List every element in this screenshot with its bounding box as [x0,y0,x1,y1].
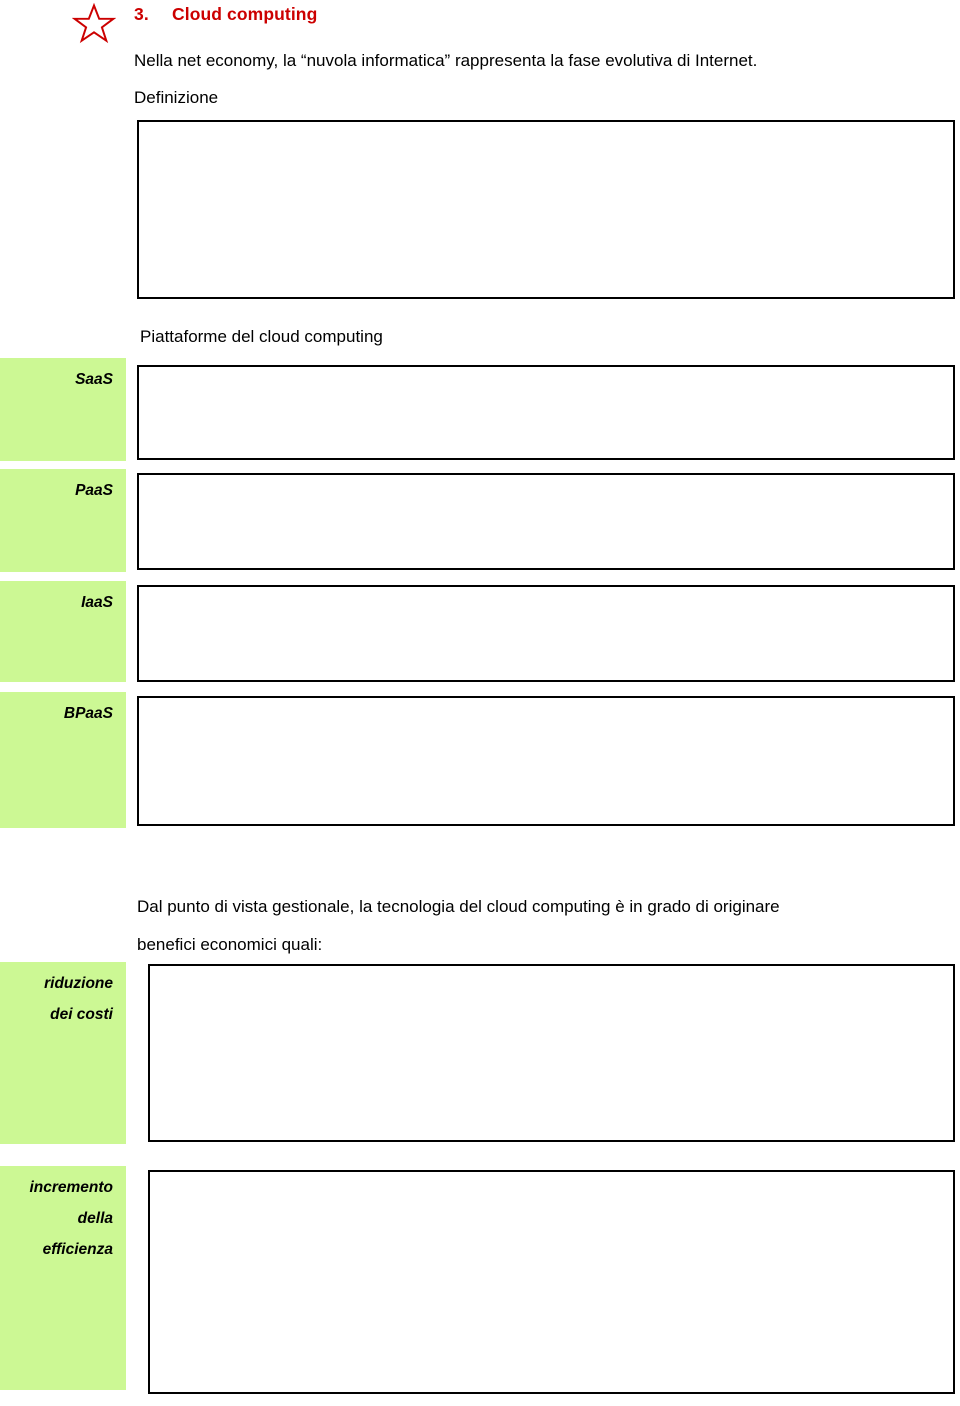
tab-incremento-line1: incremento [29,1179,113,1196]
section-title-text: Cloud computing [172,4,318,24]
page-title: 3. Cloud computing [134,4,317,25]
star-icon [72,2,116,44]
tab-bpaas: BPaaS [0,692,126,828]
answer-box-incremento-della-efficienza[interactable] [148,1170,955,1394]
tab-incremento-della-efficienza: incremento della efficienza [0,1166,126,1390]
benefici-intro-line2: benefici economici quali: [137,935,323,954]
intro-paragraph: Nella net economy, la “nuvola informatic… [134,51,758,70]
benefici-intro-paragraph: Dal punto di vista gestionale, la tecnol… [137,888,955,964]
answer-box-bpaas[interactable] [137,696,955,826]
answer-box-saas[interactable] [137,365,955,460]
label-definizione: Definizione [134,88,219,107]
tab-riduzione-line2: dei costi [50,1006,113,1023]
answer-box-riduzione-dei-costi[interactable] [148,964,955,1142]
answer-box-iaas[interactable] [137,585,955,682]
tab-riduzione-dei-costi: riduzione dei costi [0,962,126,1144]
tab-saas: SaaS [0,358,126,461]
section-number: 3. [134,4,149,24]
answer-box-paas[interactable] [137,473,955,570]
tab-riduzione-line1: riduzione [44,975,113,992]
label-piattaforme: Piattaforme del cloud computing [140,327,383,346]
benefici-intro-line1: Dal punto di vista gestionale, la tecnol… [137,897,780,916]
tab-incremento-line2: della [77,1210,113,1227]
tab-paas: PaaS [0,469,126,572]
tab-iaas: IaaS [0,581,126,682]
tab-incremento-line3: efficienza [42,1241,113,1258]
document-page: 3. Cloud computing Nella net economy, la … [0,0,960,1406]
answer-box-definizione[interactable] [137,120,955,299]
